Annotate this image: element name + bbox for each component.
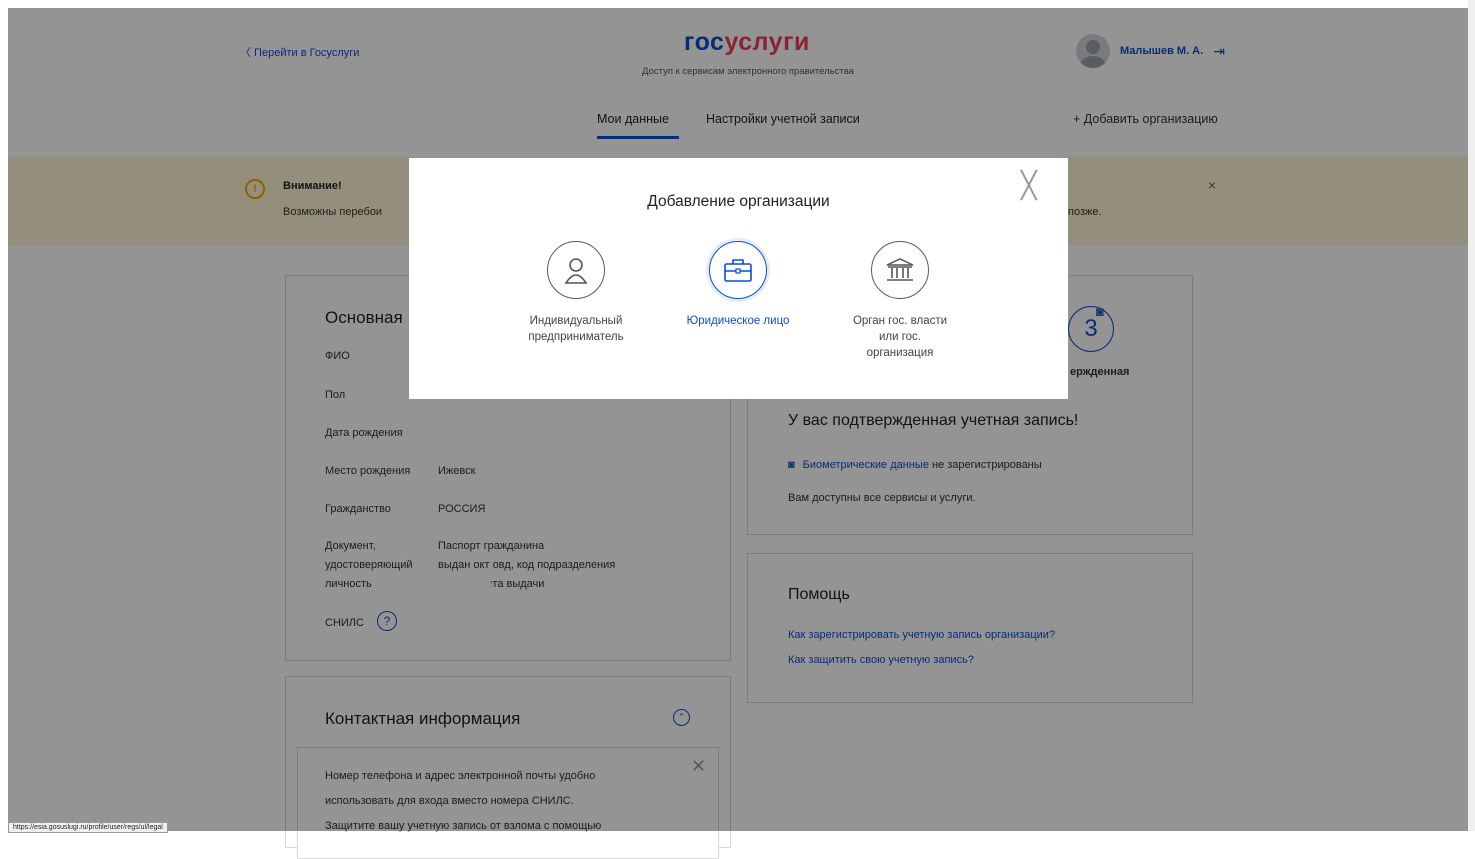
option-label-line-1: Юридическое лицо bbox=[686, 315, 790, 327]
option-individual-entrepreneur[interactable]: Индивидуальный предприниматель bbox=[501, 241, 651, 345]
browser-status-bar-url: https://esia.gosuslugi.ru/profile/user/r… bbox=[8, 822, 168, 833]
option-label-line-2: или гос. bbox=[878, 331, 922, 343]
option-label-line-3: организация bbox=[866, 347, 934, 359]
add-organization-dialog: Добавление организации ╳ Индивидуальный … bbox=[409, 158, 1068, 399]
window-top-strip bbox=[0, 0, 1475, 8]
option-government-body[interactable]: Орган гос. власти или гос. организация bbox=[825, 241, 975, 361]
dialog-title: Добавление организации bbox=[647, 193, 830, 210]
option-legal-entity[interactable]: Юридическое лицо bbox=[663, 241, 813, 329]
option-label: Орган гос. власти или гос. организация bbox=[825, 313, 975, 361]
option-label: Индивидуальный предприниматель bbox=[501, 313, 651, 345]
option-label: Юридическое лицо bbox=[663, 313, 813, 329]
scrollbar[interactable] bbox=[1468, 0, 1475, 831]
option-label-line-1: Индивидуальный bbox=[529, 315, 623, 327]
option-label-line-1: Орган гос. власти bbox=[852, 315, 948, 327]
government-building-icon bbox=[871, 241, 929, 299]
briefcase-icon bbox=[709, 241, 767, 299]
modal-backdrop[interactable] bbox=[8, 8, 1468, 831]
option-label-line-2: предприниматель bbox=[528, 331, 624, 343]
person-icon bbox=[547, 241, 605, 299]
close-icon[interactable]: ╳ bbox=[1021, 172, 1037, 198]
